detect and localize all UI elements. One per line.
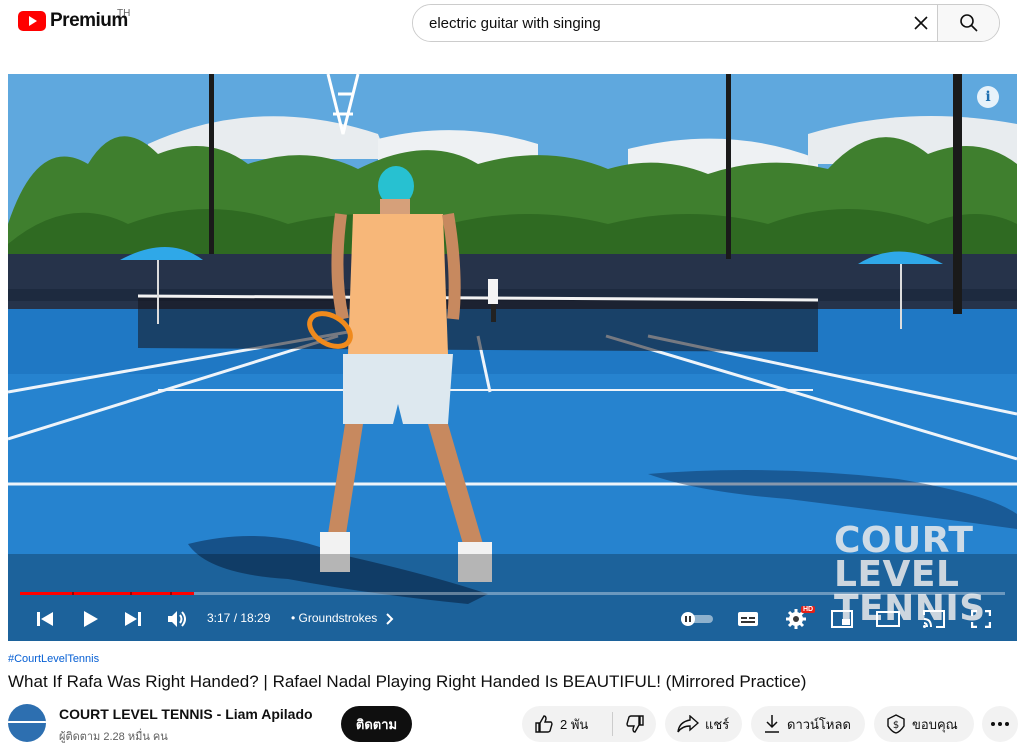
more-horizontal-icon xyxy=(991,722,1009,726)
more-actions-button[interactable] xyxy=(982,706,1018,742)
thumbs-down-icon xyxy=(625,715,644,733)
volume-icon xyxy=(168,611,186,627)
chapter-chevron[interactable] xyxy=(384,611,396,627)
cast-icon xyxy=(923,610,945,628)
search-bar xyxy=(412,4,1000,42)
time-display: 3:17 / 18:29 xyxy=(207,611,271,625)
like-count: 2 พัน xyxy=(560,716,589,732)
like-dislike-pill: 2 พัน xyxy=(522,706,656,742)
fullscreen-button[interactable] xyxy=(970,609,992,629)
video-title: What If Rafa Was Right Handed? | Rafael … xyxy=(8,672,807,691)
autoplay-toggle[interactable] xyxy=(680,611,714,627)
miniplayer-icon xyxy=(831,610,853,628)
download-icon xyxy=(765,715,779,733)
fullscreen-icon xyxy=(971,610,991,628)
skip-previous-icon xyxy=(37,612,53,626)
share-label: แชร์ xyxy=(705,716,730,732)
clear-search-button[interactable] xyxy=(905,5,937,41)
share-icon xyxy=(677,715,699,733)
svg-text:$: $ xyxy=(893,720,899,731)
progress-played xyxy=(20,592,195,595)
hashtag-link[interactable]: #CourtLevelTennis xyxy=(8,653,99,665)
search-input[interactable] xyxy=(413,5,905,41)
search-button[interactable] xyxy=(937,5,999,41)
volume-button[interactable] xyxy=(166,609,190,629)
download-label: ดาวน์โหลด xyxy=(787,716,851,732)
watermark-line-1: COURT xyxy=(834,520,974,561)
download-button[interactable]: ดาวน์โหลด xyxy=(751,706,865,742)
youtube-play-icon xyxy=(18,11,46,31)
dislike-button[interactable] xyxy=(613,714,656,734)
play-icon xyxy=(84,611,98,627)
player-controls: 3:17 / 18:29 • Groundstrokes HD xyxy=(8,604,1017,634)
chapter-marker xyxy=(72,592,74,595)
theater-mode-icon xyxy=(876,611,900,627)
country-code: TH xyxy=(117,8,131,19)
watermark-line-2: LEVEL xyxy=(834,554,960,595)
play-button[interactable] xyxy=(80,609,102,629)
skip-next-icon xyxy=(125,612,141,626)
next-button[interactable] xyxy=(122,609,144,629)
thanks-button[interactable]: $ ขอบคุณ xyxy=(874,706,974,742)
cast-button[interactable] xyxy=(922,609,946,629)
channel-name[interactable]: COURT LEVEL TENNIS - Liam Apilado xyxy=(59,706,313,722)
autoplay-toggle-icon xyxy=(681,612,713,626)
chapter-marker xyxy=(130,592,132,595)
chapter-marker xyxy=(170,592,172,595)
info-icon[interactable]: i xyxy=(977,86,999,108)
like-button[interactable]: 2 พัน xyxy=(522,714,612,735)
subtitles-icon xyxy=(738,612,758,626)
subscribe-button[interactable]: ติดตาม xyxy=(341,706,412,742)
youtube-premium-logo[interactable]: Premium xyxy=(18,10,128,32)
previous-button[interactable] xyxy=(34,609,56,629)
super-thanks-icon: $ xyxy=(887,714,905,734)
chapter-title[interactable]: • Groundstrokes xyxy=(291,611,377,625)
share-button[interactable]: แชร์ xyxy=(665,706,742,742)
channel-avatar[interactable] xyxy=(8,704,46,742)
hd-badge: HD xyxy=(801,606,816,613)
video-player[interactable]: i COURT LEVEL TENNIS 3:17 / 18:29 • Grou… xyxy=(8,74,1017,641)
close-icon xyxy=(914,16,928,30)
top-bar: Premium TH xyxy=(0,0,1023,48)
miniplayer-button[interactable] xyxy=(830,609,854,629)
thanks-label: ขอบคุณ xyxy=(912,716,958,732)
progress-bar[interactable] xyxy=(20,592,1005,595)
search-icon xyxy=(959,14,978,32)
chevron-right-icon xyxy=(386,613,394,625)
thumbs-up-icon xyxy=(535,715,553,733)
theater-mode-button[interactable] xyxy=(876,609,900,629)
subscriber-count: ผู้ติดตาม 2.28 หมื่น คน xyxy=(59,731,168,743)
subtitles-button[interactable] xyxy=(736,609,760,629)
